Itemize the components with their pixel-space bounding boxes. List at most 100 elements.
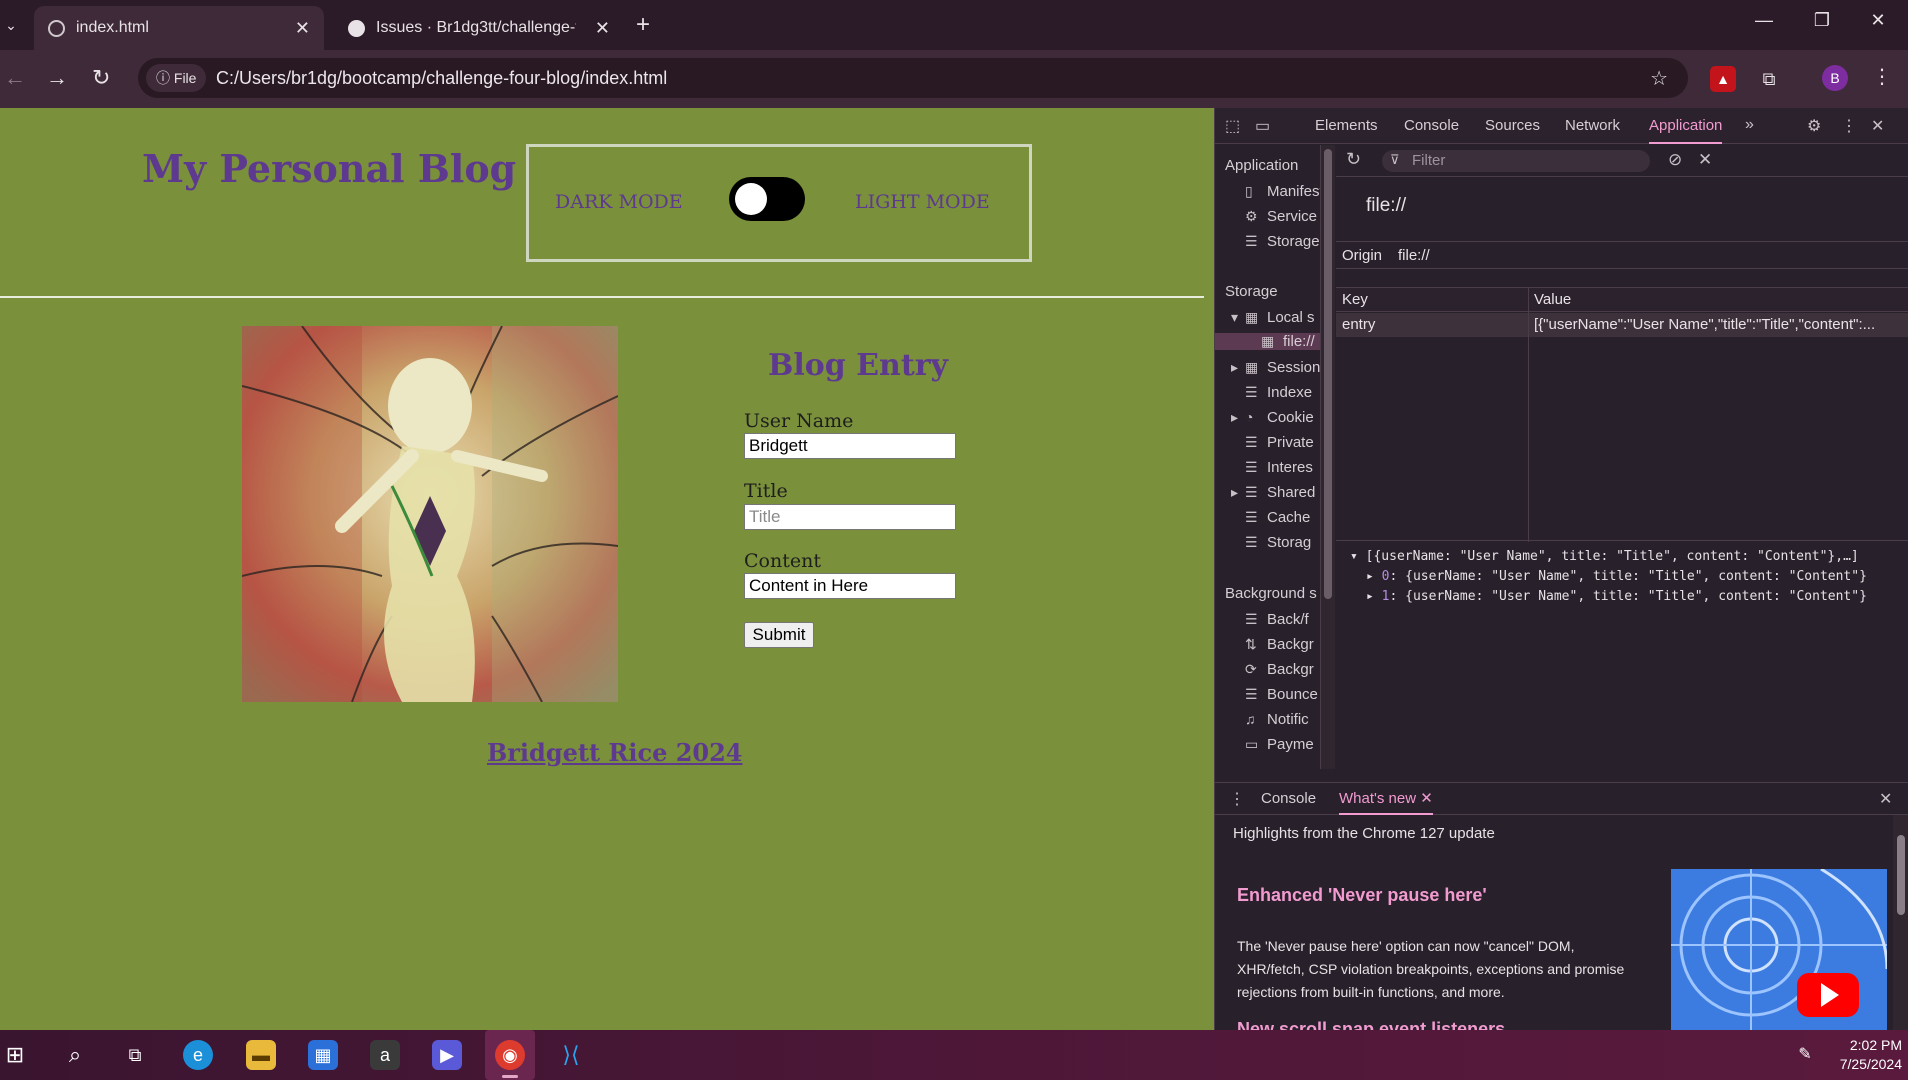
sidebar-item-interest-groups[interactable]: ☰ Interes bbox=[1245, 459, 1313, 476]
sidebar-item-cookies[interactable]: ▸ ◔ Cookie bbox=[1231, 409, 1314, 426]
bookmark-star-icon[interactable]: ☆ bbox=[1650, 66, 1668, 91]
inspect-element-icon[interactable]: ⬚ bbox=[1225, 116, 1240, 136]
settings-gear-icon[interactable]: ⚙ bbox=[1807, 116, 1821, 136]
submit-button[interactable]: Submit bbox=[744, 622, 814, 648]
preview-item[interactable]: ▸ 0: {userName: "User Name", title: "Tit… bbox=[1366, 567, 1867, 587]
sidebar-item-cache-storage[interactable]: ☰ Cache bbox=[1245, 509, 1310, 526]
sidebar-item-label: Cookie bbox=[1267, 409, 1314, 426]
more-tabs-icon[interactable]: » bbox=[1745, 116, 1754, 134]
preview-summary[interactable]: ▾ [{userName: "User Name", title: "Title… bbox=[1350, 547, 1859, 567]
content-input[interactable]: Content in Here bbox=[744, 573, 956, 599]
drawer-scrollbar[interactable] bbox=[1893, 815, 1908, 1031]
pdf-extension-icon[interactable]: ▲ bbox=[1710, 66, 1736, 92]
footer-link[interactable]: Bridgett Rice 2024 bbox=[487, 738, 743, 767]
sidebar-item-storage[interactable]: ☰ Storage bbox=[1245, 233, 1320, 250]
store-icon[interactable]: ▦ bbox=[308, 1040, 338, 1070]
browser-menu-icon[interactable]: ⋮ bbox=[1872, 64, 1892, 89]
sidebar-item-label: Backgr bbox=[1267, 636, 1314, 653]
chrome-icon[interactable]: ◉ bbox=[495, 1040, 525, 1070]
scroll-thumb[interactable] bbox=[1324, 149, 1332, 599]
filter-input[interactable]: Filter bbox=[1382, 150, 1650, 172]
sidebar-item-bounce-tracking[interactable]: ☰ Bounce bbox=[1245, 686, 1318, 703]
url-text[interactable]: C:/Users/br1dg/bootcamp/challenge-four-b… bbox=[216, 58, 667, 98]
profile-avatar[interactable]: B bbox=[1822, 65, 1848, 91]
close-devtools-icon[interactable]: ✕ bbox=[1871, 116, 1884, 136]
tab-github-issues[interactable]: Issues · Br1dg3tt/challenge-four ✕ bbox=[334, 6, 624, 50]
file-explorer-icon[interactable]: ▬ bbox=[246, 1040, 276, 1070]
delete-selected-icon[interactable]: ✕ bbox=[1698, 150, 1712, 170]
tab-sources[interactable]: Sources bbox=[1485, 108, 1540, 144]
username-input[interactable]: Bridgett bbox=[744, 433, 956, 459]
minimize-icon[interactable]: — bbox=[1744, 10, 1784, 31]
whats-new-heading[interactable]: Enhanced 'Never pause here' bbox=[1237, 885, 1487, 906]
file-chip-label: File bbox=[173, 70, 197, 86]
table-row[interactable]: entry [{"userName":"User Name","title":"… bbox=[1336, 313, 1908, 337]
globe-icon bbox=[48, 20, 65, 37]
row-key[interactable]: entry bbox=[1342, 313, 1375, 337]
close-drawer-icon[interactable]: ✕ bbox=[1879, 789, 1892, 809]
tab-console[interactable]: Console bbox=[1404, 108, 1459, 144]
sidebar-item-session-storage[interactable]: ▸ ▦ Session bbox=[1231, 359, 1320, 376]
sidebar-item-shared-storage[interactable]: ▸ ☰ Shared bbox=[1231, 484, 1315, 501]
sidebar-item-storage-buckets[interactable]: ☰ Storag bbox=[1245, 534, 1311, 551]
tab-elements[interactable]: Elements bbox=[1315, 108, 1378, 144]
sidebar-item-private-state[interactable]: ☰ Private bbox=[1245, 434, 1314, 451]
site-info-chip[interactable]: ⓘ File bbox=[146, 64, 207, 92]
drawer-tab-whats-new[interactable]: What's new ✕ bbox=[1339, 783, 1433, 815]
video-thumbnail[interactable] bbox=[1671, 869, 1887, 1031]
preview-item[interactable]: ▸ 1: {userName: "User Name", title: "Tit… bbox=[1366, 587, 1867, 607]
sidebar-item-indexeddb[interactable]: ☰ Indexe bbox=[1245, 384, 1312, 401]
sidebar-item-local-file[interactable]: ▦ file:// bbox=[1215, 333, 1320, 350]
sidebar-item-service-workers[interactable]: ⚙ Service bbox=[1245, 208, 1317, 225]
toggle-knob bbox=[735, 183, 767, 215]
pen-icon[interactable]: ✎ bbox=[1790, 1040, 1820, 1070]
sidebar-item-local-storage[interactable]: ▾ ▦ Local s bbox=[1231, 309, 1315, 326]
form-title: Blog Entry bbox=[768, 348, 948, 383]
sidebar-item-background-fetch[interactable]: ⇅ Backgr bbox=[1245, 636, 1314, 653]
extensions-puzzle-icon[interactable]: ⧉ bbox=[1756, 66, 1782, 92]
system-clock[interactable]: 2:02 PM 7/25/2024 bbox=[1818, 1036, 1902, 1074]
address-bar[interactable]: ⓘ File C:/Users/br1dg/bootcamp/challenge… bbox=[138, 58, 1688, 98]
search-icon[interactable]: ⌕ bbox=[60, 1040, 90, 1070]
file-icon: ▯ bbox=[1245, 183, 1253, 199]
sidebar-item-notifications[interactable]: ♫ Notific bbox=[1245, 711, 1309, 728]
tab-index-html[interactable]: index.html ✕ bbox=[34, 6, 324, 50]
tab-search-chevron-icon[interactable]: ⌄ bbox=[0, 12, 22, 38]
sidebar-item-back-forward-cache[interactable]: ☰ Back/f bbox=[1245, 611, 1309, 628]
reload-icon[interactable]: ↻ bbox=[92, 66, 110, 90]
sidebar-item-manifest[interactable]: ▯ Manifest bbox=[1245, 183, 1320, 200]
task-view-icon[interactable]: ⧉ bbox=[120, 1040, 150, 1070]
restore-icon[interactable]: ❐ bbox=[1802, 10, 1842, 31]
close-window-icon[interactable]: ✕ bbox=[1858, 10, 1898, 31]
forward-icon[interactable]: → bbox=[46, 66, 68, 90]
sidebar-vertical-scrollbar[interactable] bbox=[1321, 145, 1335, 769]
close-tab-icon[interactable]: ✕ bbox=[595, 6, 610, 50]
drawer-menu-icon[interactable]: ⋮ bbox=[1229, 789, 1245, 809]
drawer-tab-console[interactable]: Console bbox=[1261, 783, 1316, 815]
back-icon[interactable]: ← bbox=[4, 66, 26, 90]
clear-all-icon[interactable]: ⊘ bbox=[1668, 150, 1682, 170]
theme-toggle[interactable] bbox=[729, 177, 805, 221]
copilot-icon[interactable]: ▶ bbox=[432, 1040, 462, 1070]
amazon-icon[interactable]: a bbox=[370, 1040, 400, 1070]
column-header-value[interactable]: Value bbox=[1534, 288, 1571, 312]
sidebar-item-payment-handler[interactable]: ▭ Payme bbox=[1245, 736, 1314, 753]
database-icon: ☰ bbox=[1245, 509, 1258, 525]
refresh-icon[interactable]: ↻ bbox=[1346, 149, 1361, 170]
tab-network[interactable]: Network bbox=[1565, 108, 1620, 144]
column-header-key[interactable]: Key bbox=[1342, 288, 1368, 312]
device-toolbar-icon[interactable]: ▭ bbox=[1255, 116, 1270, 136]
new-tab-button[interactable]: + bbox=[636, 12, 650, 38]
title-input[interactable]: Title bbox=[744, 504, 956, 530]
devtools-menu-icon[interactable]: ⋮ bbox=[1841, 116, 1857, 136]
vscode-icon[interactable]: ⟩⟨ bbox=[556, 1040, 586, 1070]
tab-application[interactable]: Application bbox=[1649, 108, 1723, 144]
windows-start-icon[interactable]: ⊞ bbox=[0, 1040, 30, 1070]
scroll-thumb[interactable] bbox=[1897, 835, 1905, 915]
database-icon: ☰ bbox=[1245, 686, 1258, 702]
close-tab-icon[interactable]: ✕ bbox=[295, 6, 310, 50]
sidebar-item-background-sync[interactable]: ⟳ Backgr bbox=[1245, 661, 1314, 678]
edge-icon[interactable]: e bbox=[183, 1040, 213, 1070]
row-value[interactable]: [{"userName":"User Name","title":"Title"… bbox=[1534, 313, 1904, 337]
close-tab-icon[interactable]: ✕ bbox=[1420, 790, 1433, 807]
